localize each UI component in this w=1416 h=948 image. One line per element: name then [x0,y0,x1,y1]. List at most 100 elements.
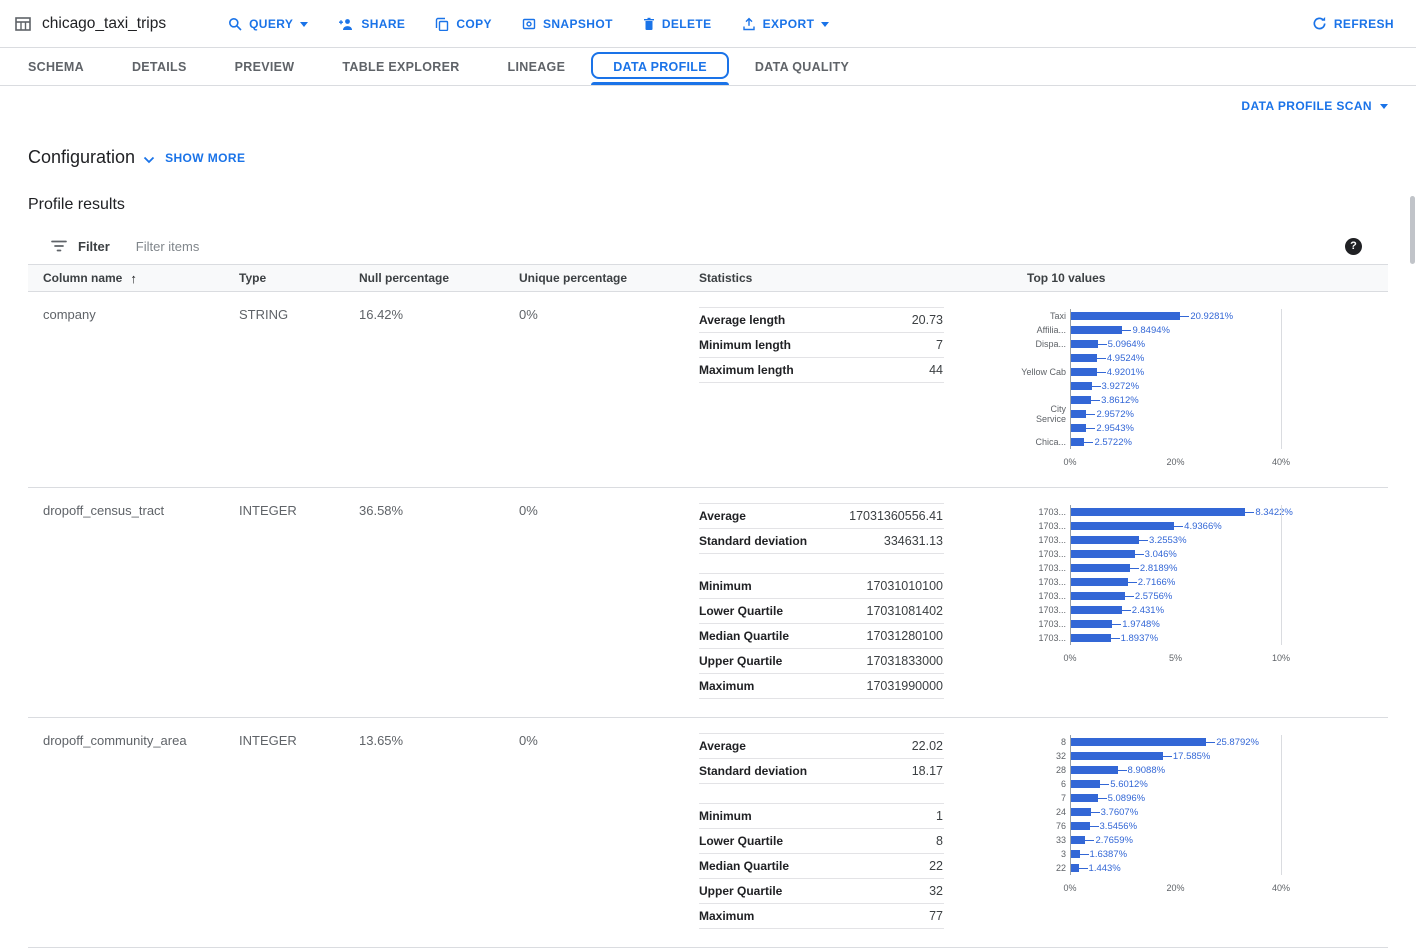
export-button[interactable]: EXPORT [742,17,830,31]
tab-data-profile[interactable]: DATA PROFILE [589,48,731,85]
stat-label: Minimum length [699,338,791,352]
refresh-icon [1312,16,1327,31]
stat-value: 8 [936,834,943,848]
bar-value-label: 2.431% [1122,605,1164,616]
bar-value-label: 3.5456% [1090,821,1138,832]
tab-details[interactable]: DETAILS [108,48,211,85]
bar-value-label: 5.0896% [1098,793,1146,804]
stat-label: Standard deviation [699,764,807,778]
column-header-label: Statistics [699,271,752,285]
profile-results-card: Filter ? Column name↑TypeNull percentage… [28,228,1388,948]
filter-label: Filter [78,239,110,254]
axis-tick-label: 5% [1169,653,1182,663]
bar-area: 2.431% [1070,603,1280,617]
axis-tick-label: 20% [1166,457,1184,467]
tab-preview[interactable]: PREVIEW [211,48,319,85]
refresh-button[interactable]: REFRESH [1312,16,1394,31]
cell-statistics: Average22.02Standard deviation18.17Minim… [699,730,965,929]
bar-row: Yellow Cab4.9201% [1020,365,1350,379]
cell-column-name: dropoff_community_area [43,730,239,929]
tab-lineage[interactable]: LINEAGE [484,48,590,85]
bar-category-label: Taxi [1020,311,1066,321]
cell-top-values: Taxi20.9281%Affilia...9.8494%Dispa...5.0… [965,304,1388,469]
bar-value-label: 20.9281% [1180,311,1233,322]
copy-button[interactable]: COPY [435,17,492,31]
bar-row: 1703...1.9748% [1020,617,1350,631]
stat-row: Lower Quartile17031081402 [699,598,944,623]
delete-button[interactable]: DELETE [643,17,712,31]
top-values-chart: 825.8792%3217.585%288.9088%65.6012%75.08… [1020,735,1350,895]
bar-row: Taxi 20.9281% [1020,309,1350,323]
bar [1071,438,1084,446]
bar-row: 3.8612% [1020,393,1350,407]
stat-label: Lower Quartile [699,834,783,848]
axis-tick-label: 10% [1272,653,1290,663]
bar [1071,312,1180,320]
show-more-button[interactable]: SHOW MORE [165,151,245,165]
cell-unique-percentage: 0% [519,730,699,929]
chevron-down-icon[interactable] [143,156,155,164]
table-icon [14,15,32,33]
help-icon[interactable]: ? [1345,238,1362,255]
snapshot-button[interactable]: SNAPSHOT [522,17,613,31]
bar [1071,536,1139,544]
stat-label: Minimum [699,579,752,593]
bar-value-label: 4.9366% [1174,521,1222,532]
column-header-column-name[interactable]: Column name↑ [43,271,239,286]
stat-value: 17031081402 [867,604,943,618]
bar-area: 5.6012% [1070,777,1280,791]
column-header-label: Top 10 values [1027,271,1105,285]
bar-value-label: 2.5756% [1125,591,1173,602]
stat-group: Average length20.73Minimum length7Maximu… [699,307,944,383]
bar [1071,738,1206,746]
bar-area: 5.0964% [1070,337,1280,351]
bar-row: 1703...1.8937% [1020,631,1350,645]
bar-category-label: Chica... [1020,437,1066,447]
bar-category-label: 1703... [1020,521,1066,531]
chart-axis: 0%20%40% [1070,457,1281,469]
filter-input[interactable] [136,239,1345,254]
column-header-null-percentage: Null percentage [359,271,519,285]
data-profile-scan-button[interactable]: DATA PROFILE SCAN [1241,99,1388,113]
bar-area: 8.3422% [1070,505,1280,519]
bar-area: 9.8494% [1070,323,1280,337]
snapshot-icon [522,17,536,31]
cell-column-name: dropoff_census_tract [43,500,239,699]
bar-category-label: 3 [1020,849,1066,859]
bar-value-label: 3.8612% [1091,395,1139,406]
cell-type: STRING [239,304,359,469]
bar-area: 1.9748% [1070,617,1280,631]
profile-row-dropoff-community-area: dropoff_community_areaINTEGER13.65%0%Ave… [28,718,1388,948]
bar-area: 1.443% [1070,861,1280,875]
tab-table-explorer[interactable]: TABLE EXPLORER [318,48,483,85]
tab-data-quality[interactable]: DATA QUALITY [731,48,873,85]
column-header-label: Null percentage [359,271,449,285]
bar-category-label: 76 [1020,821,1066,831]
bar-row: 1703...3.046% [1020,547,1350,561]
tab-label: TABLE EXPLORER [342,60,459,74]
cell-type: INTEGER [239,730,359,929]
bar-value-label: 3.7607% [1091,807,1139,818]
tab-label: SCHEMA [28,60,84,74]
bar [1071,396,1091,404]
top-values-chart: 1703...8.3422%1703...4.9366%1703...3.255… [1020,505,1350,665]
scrollbar[interactable] [1410,196,1415,264]
stat-label: Maximum [699,679,754,693]
profile-results-title: Profile results [28,196,1388,214]
bar-area: 3.8612% [1070,393,1280,407]
stat-value: 32 [929,884,943,898]
stat-row: Minimum1 [699,803,944,828]
bar-value-label: 3.046% [1135,549,1177,560]
stat-value: 22.02 [912,739,943,753]
filter-bar: Filter ? [28,228,1388,264]
bar [1071,340,1098,348]
tab-schema[interactable]: SCHEMA [4,48,108,85]
bar-category-label: 24 [1020,807,1066,817]
stat-row: Maximum length44 [699,357,944,382]
bar-area: 2.7166% [1070,575,1280,589]
bar-value-label: 8.3422% [1245,507,1293,518]
query-button[interactable]: QUERY [228,17,308,31]
share-button[interactable]: SHARE [338,17,405,31]
stat-value: 18.17 [912,764,943,778]
bar-area: 1.6387% [1070,847,1280,861]
